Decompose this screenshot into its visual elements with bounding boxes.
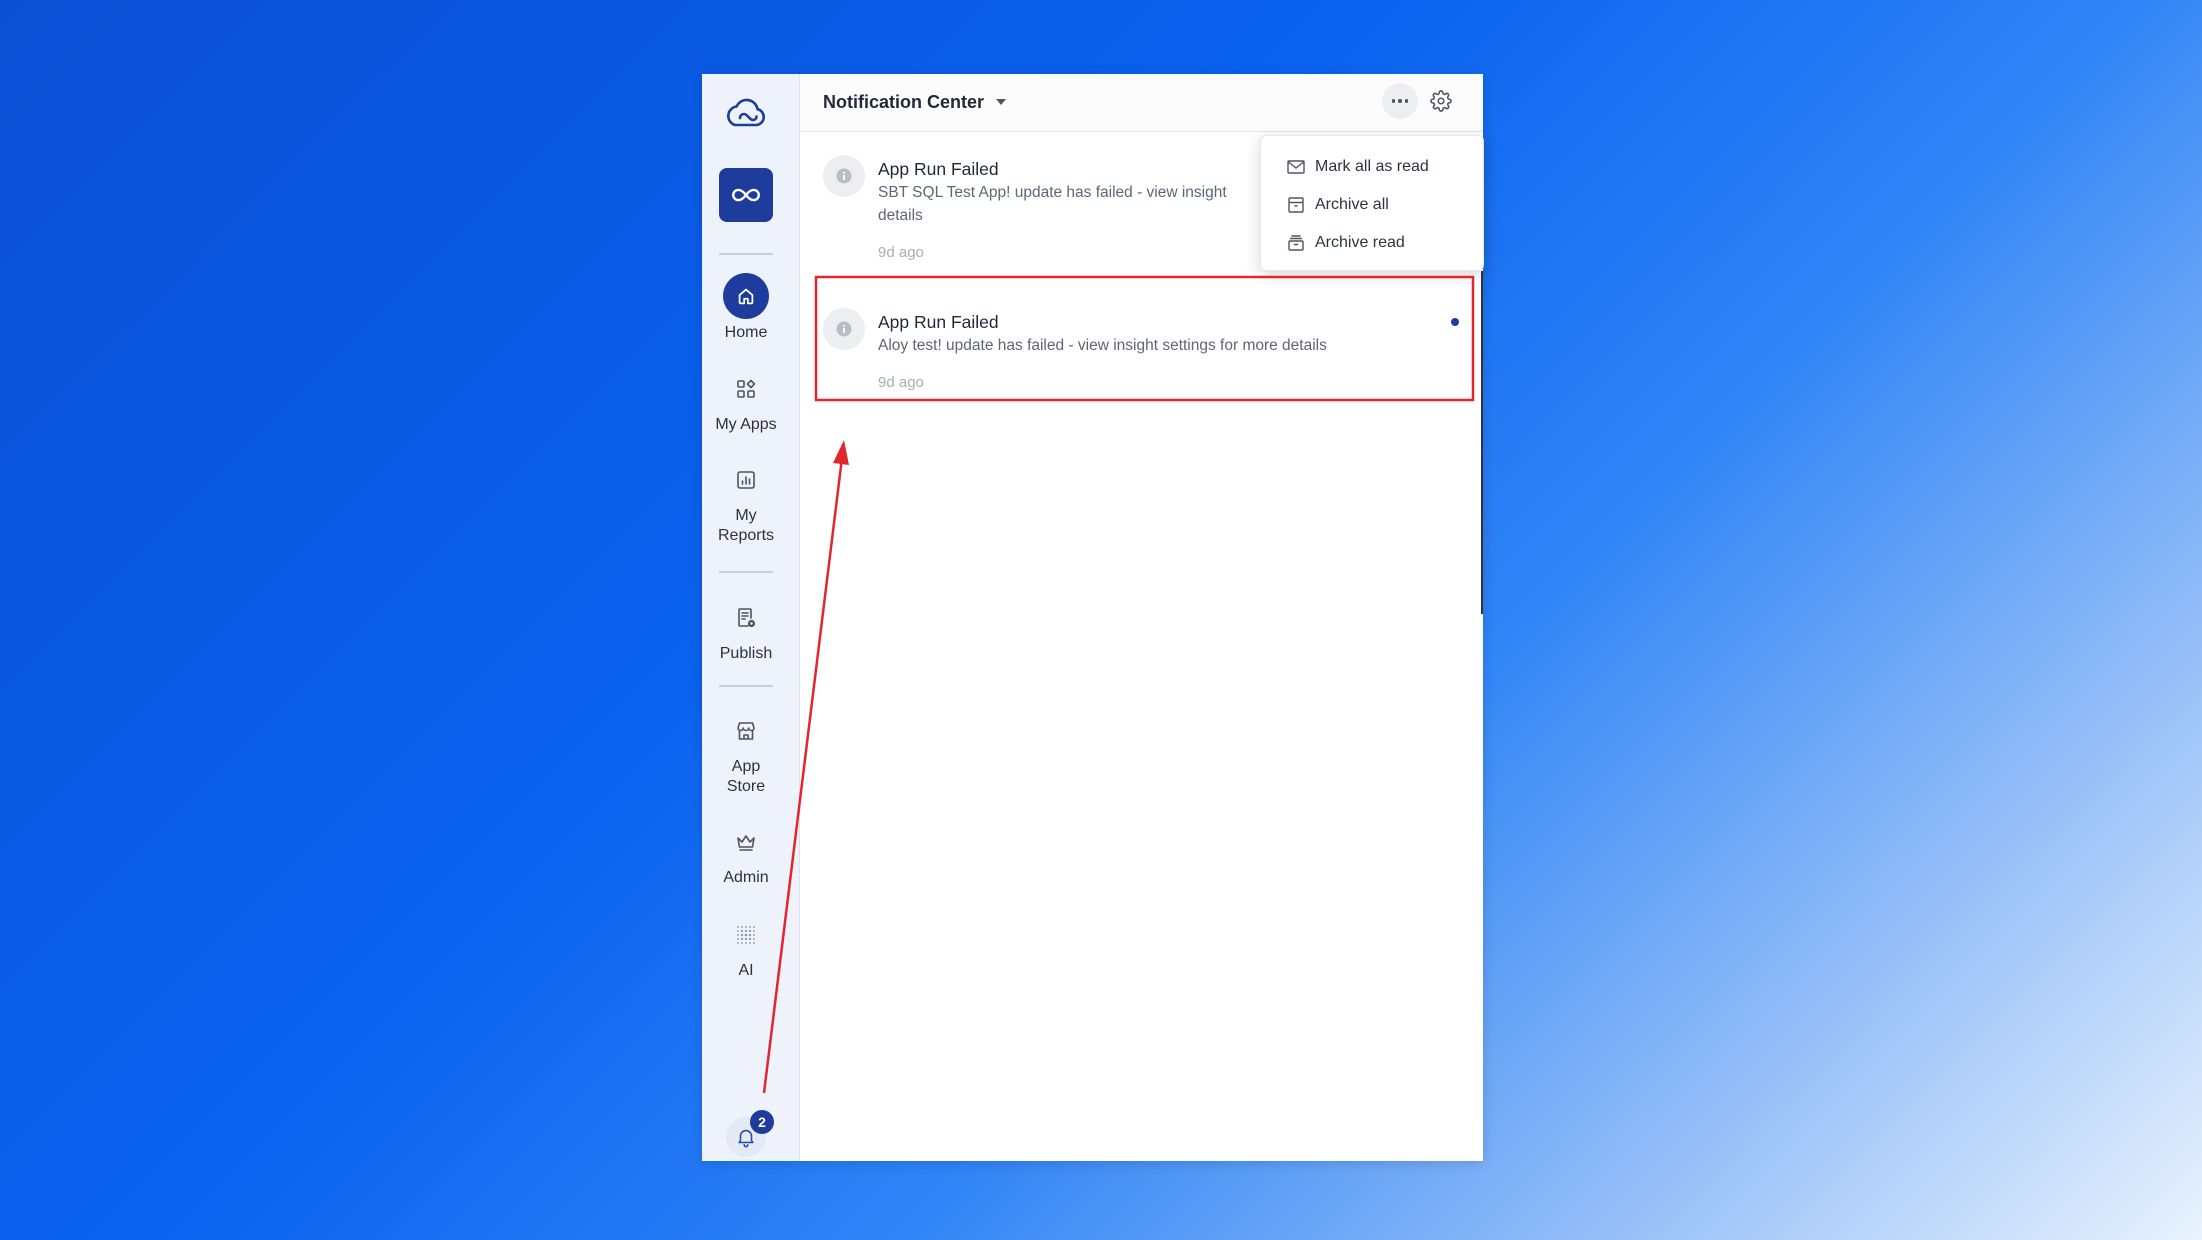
sidebar-item-label: AI [738,962,754,979]
ellipsis-icon [1404,99,1409,103]
sidebar-item-label: My Apps [715,416,777,433]
info-icon [823,308,865,350]
sidebar-item-admin[interactable]: Admin [702,830,790,888]
home-icon [723,273,769,319]
info-icon [823,155,865,197]
gear-icon[interactable] [1430,90,1452,112]
more-options-menu: Mark all as read Archive all Archive rea… [1260,135,1484,271]
crown-icon [734,830,758,854]
ellipsis-icon [1398,99,1402,103]
menu-item-archive-all[interactable]: Archive all [1261,186,1483,224]
notification-center-dropdown[interactable]: Notification Center [823,90,1007,114]
sidebar-item-my-reports[interactable]: My Reports [702,468,790,546]
storefront-icon [734,719,758,743]
archive-box-icon [1288,197,1304,213]
caret-down-icon [996,99,1007,105]
apps-grid-icon [734,377,758,401]
sidebar-item-app-store[interactable]: App Store [702,719,790,797]
publish-document-icon [734,606,758,630]
menu-item-label: Archive all [1315,196,1389,213]
notification-item[interactable]: App Run Failed Aloy test! update has fai… [800,285,1483,407]
menu-item-mark-all-read[interactable]: Mark all as read [1261,148,1483,186]
sidebar-item-my-apps[interactable]: My Apps [702,377,790,435]
sidebar-item-label: Publish [719,645,773,662]
menu-item-label: Mark all as read [1315,158,1429,175]
app-switcher-tile[interactable] [719,168,773,222]
sidebar-item-publish[interactable]: Publish [702,606,790,664]
panel-header: Notification Center [800,74,1483,132]
notification-count-badge: 2 [750,1110,774,1134]
sidebar-item-label: Admin [723,869,769,886]
notification-title: App Run Failed [878,312,999,332]
reports-chart-icon [734,468,758,492]
page-title: Notification Center [823,92,985,112]
sidebar-divider [719,685,773,687]
cloud-logo-icon[interactable] [723,92,769,132]
sidebar-divider [719,253,773,255]
notification-timestamp: 9d ago [878,374,924,391]
unread-indicator [1451,318,1459,326]
sidebar-item-ai[interactable]: AI [702,923,790,981]
menu-item-label: Archive read [1315,234,1405,251]
notification-body: Aloy test! update has failed - view insi… [878,337,1327,354]
more-options-button[interactable] [1382,83,1418,119]
archive-tray-icon [1288,235,1304,251]
sidebar-divider [719,571,773,573]
infinity-icon [732,188,760,202]
window-edge-line [1481,271,1483,614]
sidebar-item-label: App Store [726,758,766,795]
sidebar-item-home[interactable]: Home [702,273,790,343]
ai-dots-icon [734,923,758,947]
sidebar-item-label: My Reports [717,507,775,544]
sidebar: Home My Apps My Reports Publish App Stor… [702,74,800,1161]
menu-item-archive-read[interactable]: Archive read [1261,224,1483,262]
envelope-icon [1287,160,1305,174]
sidebar-item-label: Home [724,324,768,341]
ellipsis-icon [1391,99,1396,103]
